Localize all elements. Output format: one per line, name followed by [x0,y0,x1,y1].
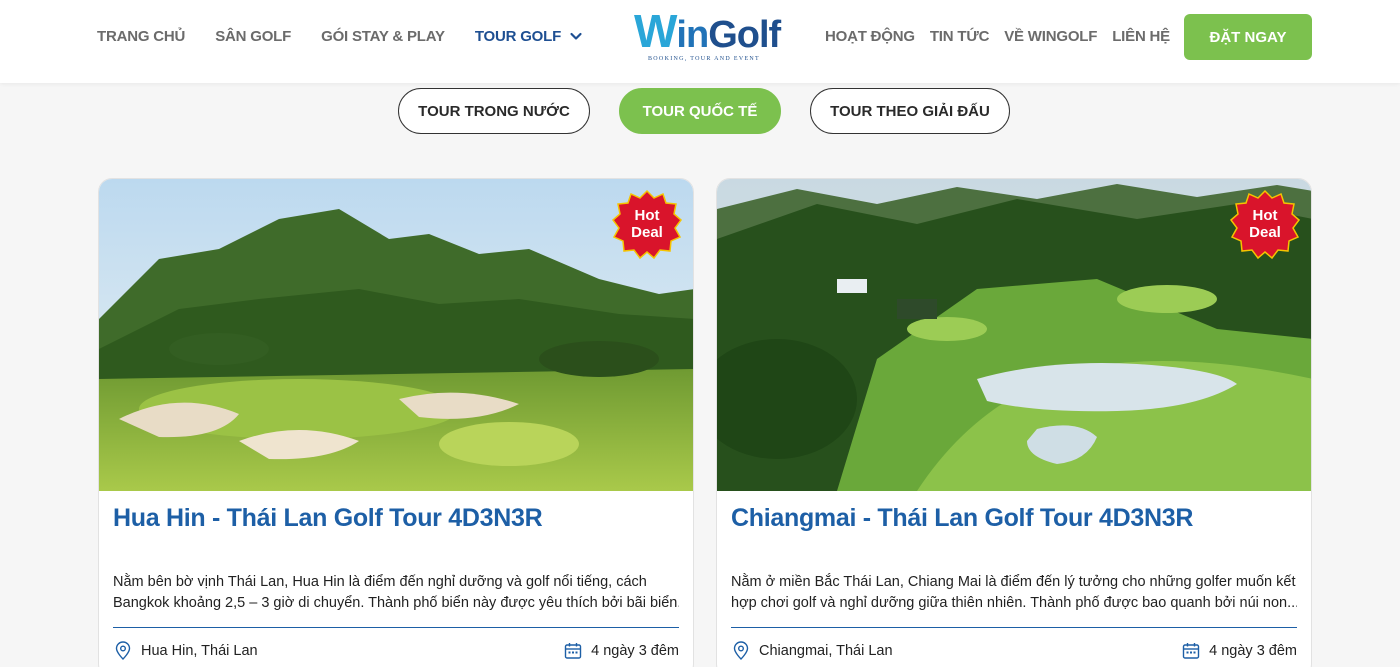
divider [113,627,679,628]
tab-tournament-tour[interactable]: TOUR THEO GIẢI ĐẤU [810,88,1010,134]
tour-card-chiangmai[interactable]: Hot Deal Chiangmai - Thái Lan Golf Tour 4… [716,178,1312,667]
badge-line-1: Hot [634,207,660,224]
tour-location: Hua Hin, Thái Lan [113,641,258,661]
logo-tagline: BOOKING, TOUR AND EVENT [648,56,761,62]
badge-text: Hot Deal [611,207,683,241]
tour-title[interactable]: Hua Hin - Thái Lan Golf Tour 4D3N3R [113,504,543,533]
nav-item-news[interactable]: TIN TỨC [930,28,990,45]
description-line-2: Bangkok khoảng 2,5 – 3 giờ di chuyển. Th… [113,595,679,611]
tour-location: Chiangmai, Thái Lan [731,641,893,661]
tab-international-tour[interactable]: TOUR QUỐC TẾ [619,88,781,134]
logo-wordmark: WinGolf [634,5,781,60]
logo-golf: Golf [708,14,781,56]
golf-course-image [99,179,693,491]
nav-item-stay-play[interactable]: GÓI STAY & PLAY [321,28,445,45]
tour-description: Nằm bên bờ vịnh Thái Lan, Hua Hin là điể… [113,572,679,614]
tab-domestic-tour[interactable]: TOUR TRONG NƯỚC [398,88,590,134]
description-line-1: Nằm bên bờ vịnh Thái Lan, Hua Hin là điể… [113,574,647,590]
location-pin-icon [115,641,131,660]
tour-image-chiangmai[interactable] [717,179,1311,491]
site-header: TRANG CHỦ SÂN GOLF GÓI STAY & PLAY TOUR … [0,0,1400,83]
nav-item-contact[interactable]: LIÊN HỆ [1112,28,1170,45]
tour-description: Nằm ở miền Bắc Thái Lan, Chiang Mai là đ… [731,572,1297,614]
tour-image-hua-hin[interactable] [99,179,693,491]
tour-duration: 4 ngày 3 đêm [563,641,679,661]
location-pin-icon [733,641,749,660]
description-line-2: hợp chơi golf và nghỉ dưỡng giữa thiên n… [731,595,1297,611]
calendar-icon [564,643,582,659]
book-now-button[interactable]: ĐẶT NGAY [1184,14,1312,60]
nav-item-home[interactable]: TRANG CHỦ [97,28,185,45]
chevron-down-icon [570,32,582,40]
badge-line-1: Hot [1252,207,1278,224]
badge-text: Hot Deal [1229,207,1301,241]
nav-item-activities[interactable]: HOẠT ĐỘNG [825,28,915,45]
golf-course-image [717,179,1311,491]
logo-in: in [676,14,709,56]
nav-right: HOẠT ĐỘNG TIN TỨC VỀ WINGOLF LIÊN HỆ [825,0,1170,72]
duration-text: 4 ngày 3 đêm [1209,643,1297,659]
nav-item-golf-courses[interactable]: SÂN GOLF [215,28,291,45]
hot-deal-badge: Hot Deal [611,189,683,261]
duration-text: 4 ngày 3 đêm [591,643,679,659]
location-text: Hua Hin, Thái Lan [141,643,258,659]
nav-item-tour-golf-label: TOUR GOLF [474,27,562,45]
hot-deal-badge: Hot Deal [1229,189,1301,261]
badge-line-2: Deal [1249,224,1281,241]
tour-card-hua-hin[interactable]: Hot Deal Hua Hin - Thái Lan Golf Tour 4D3… [98,178,694,667]
nav-left: TRANG CHỦ SÂN GOLF GÓI STAY & PLAY TOUR … [97,0,583,72]
badge-line-2: Deal [631,224,663,241]
description-line-1: Nằm ở miền Bắc Thái Lan, Chiang Mai là đ… [731,574,1296,590]
logo-w: W [634,5,677,57]
nav-item-about[interactable]: VỀ WINGOLF [1004,28,1097,45]
wingolf-logo[interactable]: WinGolf BOOKING, TOUR AND EVENT [634,6,781,68]
nav-item-tour-golf[interactable]: TOUR GOLF [475,28,583,45]
tour-title[interactable]: Chiangmai - Thái Lan Golf Tour 4D3N3R [731,504,1193,533]
tour-duration: 4 ngày 3 đêm [1181,641,1297,661]
location-text: Chiangmai, Thái Lan [759,643,893,659]
calendar-icon [1182,643,1200,659]
divider [731,627,1297,628]
